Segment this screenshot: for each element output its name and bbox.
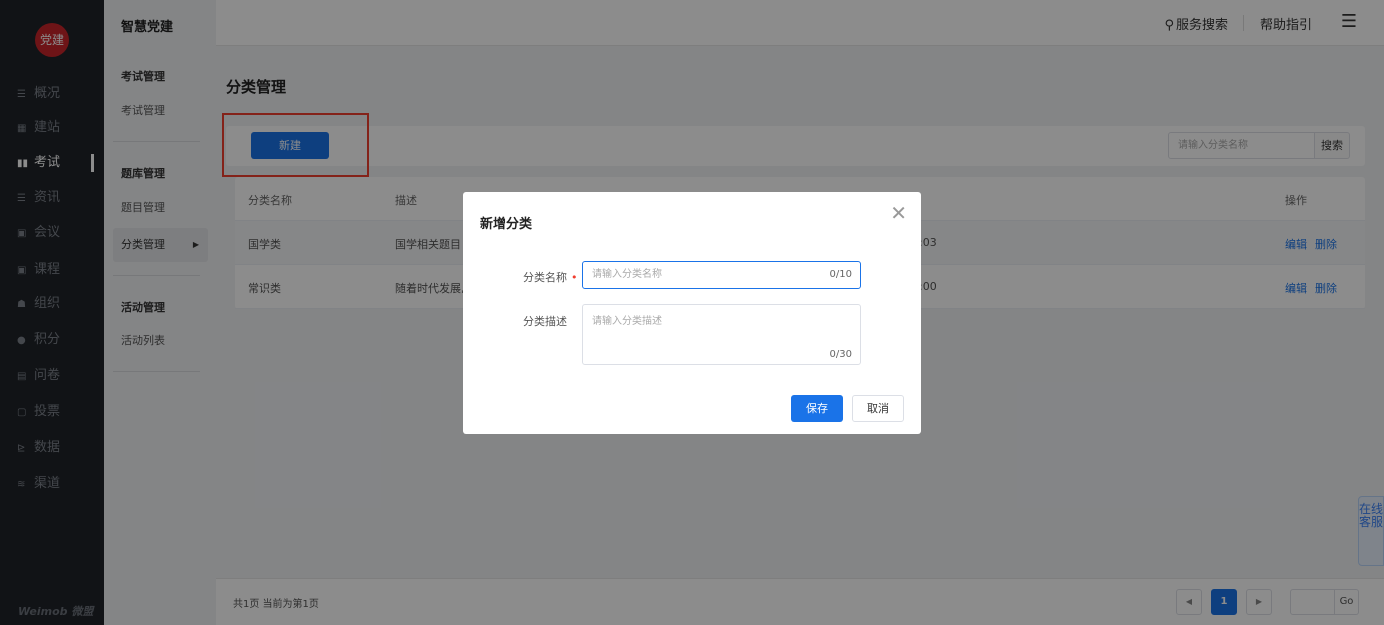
save-button[interactable]: 保存 [791,395,843,422]
close-icon[interactable]: ✕ [890,202,907,224]
required-mark: • [571,271,578,284]
category-desc-textarea[interactable]: 请输入分类描述 0/30 [582,304,861,365]
dialog-title: 新增分类 [480,217,533,232]
char-count: 0/10 [829,269,852,280]
char-count: 0/30 [829,349,852,360]
category-name-label: 分类名称 • [523,271,578,284]
category-name-input[interactable]: 请输入分类名称 0/10 [582,261,861,289]
cancel-button[interactable]: 取消 [852,395,904,422]
add-category-dialog: 新增分类 ✕ 分类名称 • 请输入分类名称 0/10 分类描述 请输入分类描述 0… [463,192,921,434]
category-desc-label: 分类描述 [523,315,567,328]
